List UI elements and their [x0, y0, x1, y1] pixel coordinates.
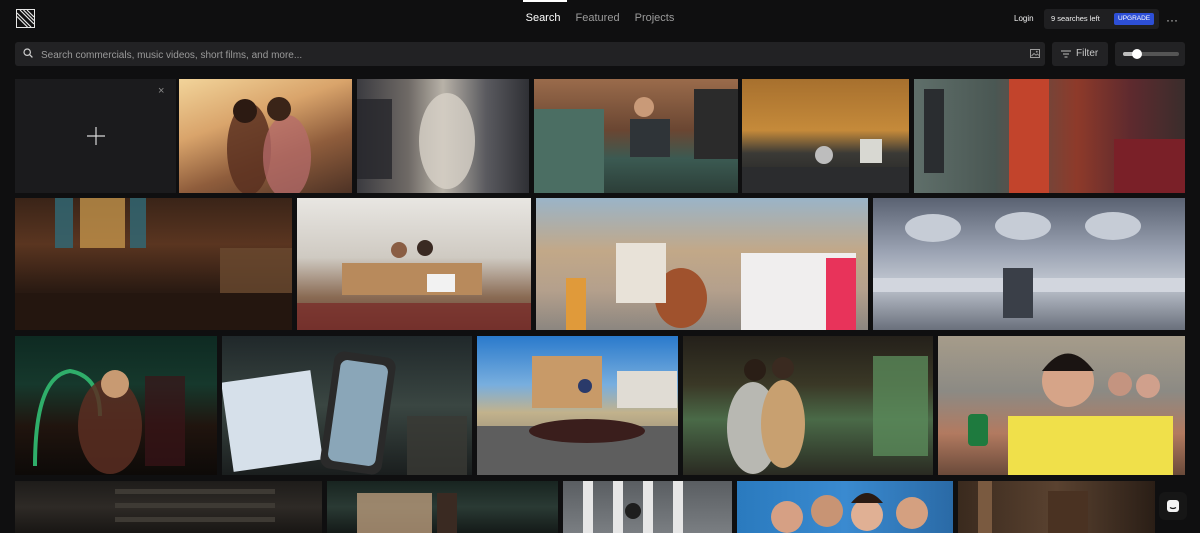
slider-knob[interactable] [1132, 49, 1142, 59]
tab-projects[interactable]: Projects [635, 12, 675, 24]
video-thumbnail[interactable] [914, 79, 1185, 193]
thumbnail-figures [924, 79, 1185, 193]
plus-icon [87, 127, 105, 145]
search-icon [23, 48, 33, 58]
video-thumbnail[interactable] [873, 198, 1185, 330]
thumbnail-figures [727, 356, 928, 474]
filter-label: Filter [1076, 48, 1099, 59]
thumbnail-figures [978, 481, 1088, 533]
more-options-icon[interactable]: ··· [1166, 13, 1178, 27]
login-link[interactable]: Login [1014, 14, 1034, 23]
thumbnail-figures [222, 351, 467, 475]
thumbnail-figures [357, 93, 475, 189]
searches-left-text: 9 searches left [1051, 14, 1100, 23]
video-thumbnail[interactable] [477, 336, 678, 475]
thumbnail-figures [297, 240, 531, 330]
thumbnail-figures [33, 368, 185, 474]
thumbnail-figures [873, 212, 1185, 318]
video-thumbnail[interactable] [15, 336, 217, 475]
filter-icon [1061, 50, 1071, 58]
tab-featured[interactable]: Featured [576, 12, 620, 24]
video-thumbnail[interactable] [737, 481, 953, 533]
tab-search[interactable]: Search [526, 12, 561, 24]
thumbnail-figures [227, 97, 311, 193]
searches-left-badge: 9 searches left UPGRADE [1044, 9, 1159, 29]
thumbnail-figures [357, 493, 457, 533]
search-bar [15, 42, 1045, 68]
video-thumbnail[interactable] [15, 481, 322, 533]
thumbnail-figures [15, 198, 292, 330]
video-thumbnail[interactable] [327, 481, 558, 533]
video-thumbnail[interactable] [958, 481, 1155, 533]
chat-icon [1167, 500, 1179, 512]
top-bar: Search Featured Projects Login 9 searche… [0, 0, 1200, 36]
filter-button[interactable]: Filter [1052, 42, 1108, 66]
search-input[interactable] [39, 42, 1023, 68]
image-search-icon[interactable] [1030, 49, 1040, 58]
thumbnail-figures [477, 356, 678, 475]
active-tab-indicator [523, 0, 567, 2]
video-thumbnail[interactable] [938, 336, 1185, 475]
video-thumbnail[interactable] [534, 79, 738, 193]
upgrade-button[interactable]: UPGRADE [1114, 13, 1155, 25]
thumbnail-figures [115, 489, 275, 522]
thumbnail-figures [566, 243, 856, 330]
video-thumbnail[interactable] [683, 336, 933, 475]
close-icon[interactable]: × [158, 85, 164, 97]
thumbnail-figures [968, 353, 1173, 475]
video-thumbnail[interactable] [742, 79, 909, 193]
chat-button[interactable] [1159, 492, 1187, 520]
video-thumbnail[interactable] [222, 336, 472, 475]
video-thumbnail[interactable] [536, 198, 868, 330]
add-reference-tile[interactable]: × [15, 79, 176, 193]
video-thumbnail[interactable] [297, 198, 531, 330]
video-thumbnail[interactable] [179, 79, 352, 193]
thumbnail-figures [742, 139, 909, 193]
thumbnail-figures [534, 89, 738, 193]
thumbnail-figures [583, 481, 683, 533]
grid-size-slider[interactable] [1115, 42, 1185, 66]
thumbnail-figures [771, 493, 928, 533]
video-thumbnail[interactable] [15, 198, 292, 330]
video-thumbnail[interactable] [563, 481, 732, 533]
video-thumbnail[interactable] [357, 79, 529, 193]
